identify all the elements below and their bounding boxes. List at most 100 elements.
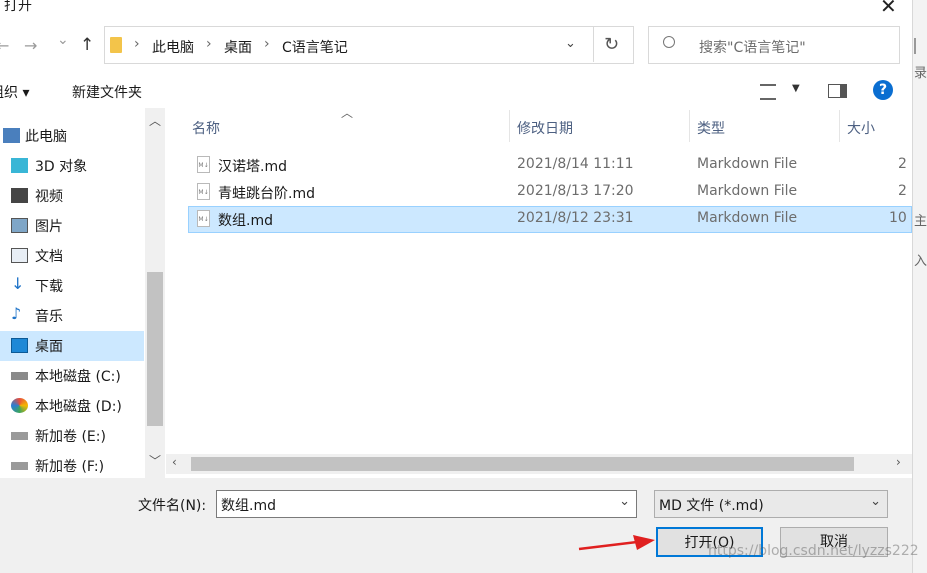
watermark: https://blog.csdn.net/lyzzs222 xyxy=(708,543,919,559)
sidebar-item-label: 图片 xyxy=(35,219,63,235)
scrollbar-thumb[interactable] xyxy=(191,457,854,471)
sidebar-item-desktop[interactable]: 桌面 xyxy=(0,331,144,361)
sidebar-item-drive-e[interactable]: 新加卷 (E:) xyxy=(0,421,144,451)
sidebar-item-label: 本地磁盘 (D:) xyxy=(35,399,122,415)
chevron-right-icon: › xyxy=(134,36,140,52)
file-row[interactable]: M↓ 汉诺塔.md 2021/8/14 11:11 Markdown File … xyxy=(188,152,912,179)
breadcrumb-item[interactable]: 桌面 xyxy=(224,37,252,57)
video-icon xyxy=(11,188,28,203)
background-window-text: 录 xyxy=(914,66,927,81)
folder-icon xyxy=(110,37,122,53)
scroll-left-icon[interactable]: ‹ xyxy=(172,455,177,469)
drive-icon xyxy=(11,432,28,440)
filename-input[interactable]: 数组.md ⌄ xyxy=(216,490,637,518)
drive-icon xyxy=(11,372,28,380)
arrow-shaft xyxy=(578,540,638,551)
picture-icon xyxy=(11,218,28,233)
column-divider[interactable] xyxy=(509,110,510,142)
sidebar-item-drive-c[interactable]: 本地磁盘 (C:) xyxy=(0,361,144,391)
sidebar-item-music[interactable]: ♪ 音乐 xyxy=(0,301,144,331)
column-header-name[interactable]: 名称 xyxy=(192,118,220,138)
sidebar-item-downloads[interactable]: ↓ 下载 xyxy=(0,271,144,301)
scroll-right-icon[interactable]: › xyxy=(896,455,901,469)
file-date: 2021/8/14 11:11 xyxy=(517,156,634,172)
download-icon: ↓ xyxy=(11,274,25,293)
filename-label: 文件名(N): xyxy=(138,498,207,514)
search-input[interactable]: 搜索"C语言笔记" xyxy=(699,37,806,57)
chevron-right-icon: › xyxy=(206,36,212,52)
up-button[interactable]: ↑ xyxy=(80,35,94,55)
filename-value: 数组.md xyxy=(221,498,276,514)
file-name: 数组.md xyxy=(218,213,273,229)
recent-locations-button[interactable]: ⌄ xyxy=(57,32,69,48)
file-type: Markdown File xyxy=(697,210,798,226)
filetype-value: MD 文件 (*.md) xyxy=(659,498,764,514)
help-icon[interactable]: ? xyxy=(873,80,893,100)
window-title: 打开 xyxy=(4,0,32,14)
file-type: Markdown File xyxy=(697,156,798,172)
file-name: 青蛙跳台阶.md xyxy=(218,186,315,202)
sidebar-item-pictures[interactable]: 图片 xyxy=(0,211,144,241)
sort-ascending-icon: ︿ xyxy=(341,106,354,120)
file-size: 2 xyxy=(898,183,907,199)
organize-button[interactable]: 组织 ▾ xyxy=(0,82,29,102)
title-bar xyxy=(0,0,912,22)
back-button[interactable]: ← xyxy=(0,36,9,55)
chevron-down-icon[interactable]: ⌄ xyxy=(870,494,881,509)
sidebar-item-this-pc[interactable]: 此电脑 xyxy=(0,121,144,151)
drive-icon xyxy=(11,398,28,413)
column-divider[interactable] xyxy=(689,110,690,142)
scroll-down-icon[interactable]: ﹀ xyxy=(149,452,161,469)
sidebar-item-label: 视频 xyxy=(35,189,63,205)
chevron-right-icon: › xyxy=(264,36,270,52)
sidebar-item-label: 下载 xyxy=(35,279,63,295)
sidebar-item-drive-f[interactable]: 新加卷 (F:) xyxy=(0,451,144,481)
forward-button[interactable]: → xyxy=(24,36,37,55)
music-icon: ♪ xyxy=(11,304,22,323)
background-window-text: 入 xyxy=(914,254,927,269)
background-window: 录 主 入 xyxy=(912,0,927,573)
column-header-size[interactable]: 大小 xyxy=(847,118,875,138)
file-row[interactable]: M↓ 青蛙跳台阶.md 2021/8/13 17:20 Markdown Fil… xyxy=(188,179,912,206)
breadcrumb-item[interactable]: 此电脑 xyxy=(152,37,194,57)
sidebar-item-drive-d[interactable]: 本地磁盘 (D:) xyxy=(0,391,144,421)
sidebar-item-label: 音乐 xyxy=(35,309,63,325)
column-divider[interactable] xyxy=(839,110,840,142)
sidebar-item-label: 3D 对象 xyxy=(35,159,88,175)
sidebar-item-videos[interactable]: 视频 xyxy=(0,181,144,211)
column-header-date[interactable]: 修改日期 xyxy=(517,118,573,138)
view-options-icon[interactable] xyxy=(760,84,776,100)
new-folder-button[interactable]: 新建文件夹 xyxy=(72,82,142,102)
refresh-icon[interactable]: ↻ xyxy=(604,34,619,55)
file-date: 2021/8/12 23:31 xyxy=(517,210,634,226)
search-icon xyxy=(663,36,675,48)
scroll-up-icon[interactable]: ︿ xyxy=(149,112,161,129)
divider xyxy=(593,26,594,62)
drive-icon xyxy=(11,462,28,470)
close-icon[interactable]: ✕ xyxy=(880,0,897,18)
view-dropdown-icon[interactable]: ▼ xyxy=(792,83,800,94)
file-date: 2021/8/13 17:20 xyxy=(517,183,634,199)
filetype-select[interactable]: MD 文件 (*.md) ⌄ xyxy=(654,490,888,518)
markdown-file-icon: M↓ xyxy=(197,183,210,200)
sidebar-item-label: 此电脑 xyxy=(25,129,67,145)
markdown-file-icon: M↓ xyxy=(197,210,210,227)
file-size: 2 xyxy=(898,156,907,172)
scrollbar-thumb[interactable] xyxy=(147,272,163,426)
sidebar-item-documents[interactable]: 文档 xyxy=(0,241,144,271)
computer-icon xyxy=(3,128,20,143)
sidebar-item-label: 本地磁盘 (C:) xyxy=(35,369,121,385)
breadcrumb-item[interactable]: C语言笔记 xyxy=(282,37,348,57)
arrow-head xyxy=(633,535,655,550)
file-row-selected[interactable]: M↓ 数组.md 2021/8/12 23:31 Markdown File 1… xyxy=(188,206,912,233)
chevron-down-icon[interactable]: ⌄ xyxy=(565,36,576,51)
markdown-file-icon: M↓ xyxy=(197,156,210,173)
sidebar-item-label: 文档 xyxy=(35,249,63,265)
cube-icon xyxy=(11,158,28,173)
sidebar-item-3d-objects[interactable]: 3D 对象 xyxy=(0,151,144,181)
column-header-type[interactable]: 类型 xyxy=(697,118,725,138)
chevron-down-icon[interactable]: ⌄ xyxy=(619,494,630,509)
sidebar-item-label: 桌面 xyxy=(35,339,63,355)
background-window-text: 主 xyxy=(914,214,927,229)
preview-pane-icon[interactable] xyxy=(828,84,847,98)
